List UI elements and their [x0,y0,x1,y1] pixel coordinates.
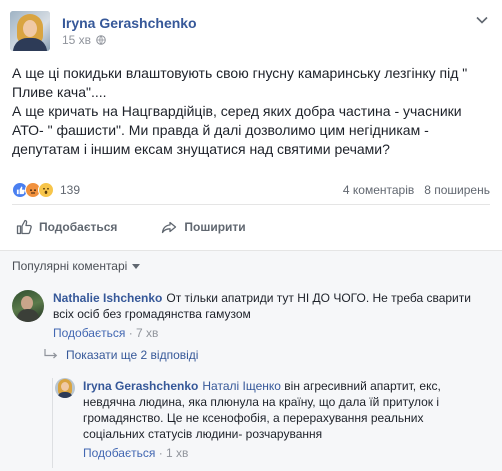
post-time[interactable]: 15 хв [62,33,91,47]
globe-icon [96,35,106,45]
comment-time[interactable]: 7 хв [136,326,158,340]
like-button-label: Подобається [39,220,118,234]
author-avatar[interactable] [10,11,50,51]
comment-meta: Подобається · 7 хв [53,326,159,340]
comments-count[interactable]: 4 коментарів [343,183,414,197]
reaction-count[interactable]: 139 [60,183,80,197]
reply-arrow-icon [44,349,58,359]
comment-like-link[interactable]: Подобається [53,326,125,340]
reply-like-link[interactable]: Подобається [83,446,155,460]
reactions-summary: 139 4 коментарів 8 поширень [12,180,490,200]
share-button-label: Поширити [184,220,246,234]
thumbs-up-icon [16,219,32,235]
shares-count[interactable]: 8 поширень [424,183,490,197]
thread-line [52,378,53,468]
commenter-avatar[interactable] [12,290,44,322]
comment: Nathalie Ishchenko От тільки апатриди тут… [12,290,490,341]
post-author[interactable]: Iryna Gerashchenko [62,15,197,31]
caret-down-icon [132,263,141,269]
chevron-down-icon[interactable] [476,16,488,24]
like-button[interactable]: Подобається [16,219,117,235]
comment-author[interactable]: Nathalie Ishchenko [53,291,162,305]
post-actions: Подобається Поширити [12,212,490,242]
replier-avatar[interactable] [55,378,75,398]
share-button[interactable]: Поширити [161,219,246,235]
reply-mention[interactable]: Наталі Іщенко [202,379,281,393]
post-header: Iryna Gerashchenko 15 хв [10,11,197,55]
share-icon [162,221,177,234]
comments-section: Популярні коментарі Nathalie Ishchenko От… [0,250,502,471]
divider [12,204,490,205]
facebook-post: Iryna Gerashchenko 15 хв А ще ці покидьк… [0,0,502,471]
show-more-replies-link[interactable]: Показати ще 2 відповіді [44,348,198,362]
reply-time[interactable]: 1 хв [166,446,188,460]
post-text: А ще ці покидьки влаштовують свою гнусну… [12,64,490,159]
comments-sort-dropdown[interactable]: Популярні коментарі [12,259,141,273]
reply-comment: Iryna Gerashchenko Наталі Іщенко він агре… [55,378,490,461]
show-more-replies-label: Показати ще 2 відповіді [66,348,199,362]
reply-author[interactable]: Iryna Gerashchenko [83,379,198,393]
post-meta: 15 хв [62,33,197,47]
wow-reaction-icon[interactable] [38,182,54,198]
reply-meta: Подобається · 1 хв [83,446,189,460]
comments-sort-label: Популярні коментарі [12,259,128,273]
post-text-line: А ще ці покидьки влаштовують свою гнусну… [12,65,468,100]
post-text-line: А ще кричать на Нацгвардійців, серед яки… [12,103,462,157]
